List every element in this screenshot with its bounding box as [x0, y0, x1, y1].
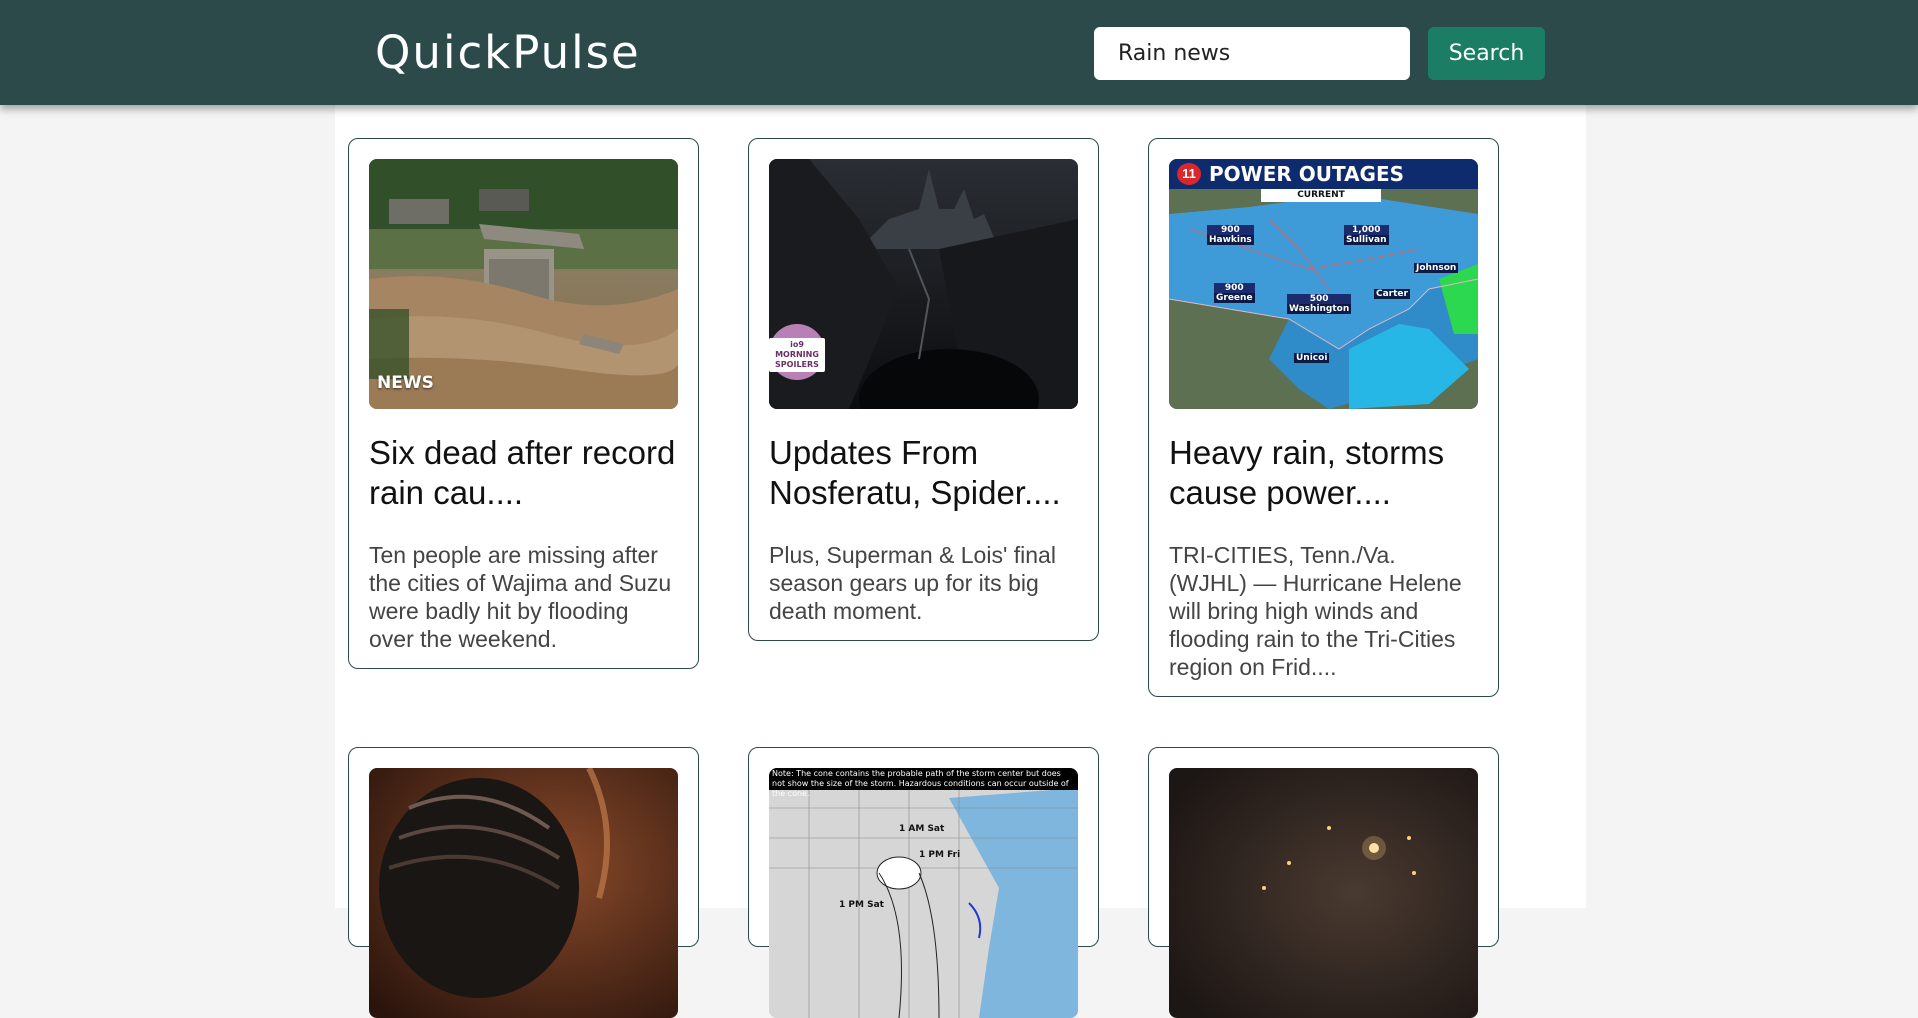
- search-button[interactable]: Search: [1428, 27, 1545, 80]
- map-label: 500 Washington: [1287, 294, 1352, 314]
- card-title[interactable]: Heavy rain, storms cause power....: [1169, 433, 1478, 513]
- map-label: 900 Hawkins: [1207, 225, 1254, 245]
- map-label: 1,000 Sullivan: [1344, 225, 1389, 245]
- storm-cone-note: Note: The cone contains the probable pat…: [769, 768, 1078, 798]
- card-description: Ten people are missing after the cities …: [369, 542, 672, 652]
- news-card-image-creature: [369, 768, 678, 1018]
- news-grid: NEWS Six dead after record rain cau.... …: [335, 105, 1586, 1018]
- news-badge: NEWS: [377, 373, 434, 393]
- news-card[interactable]: [1148, 747, 1499, 1018]
- map-label: Johnson: [1414, 263, 1459, 273]
- navbar: QuickPulse Search: [0, 0, 1918, 105]
- card-title[interactable]: Updates From Nosferatu, Spider....: [769, 433, 1078, 513]
- map-label: 900 Greene: [1214, 283, 1255, 303]
- card-title[interactable]: Six dead after record rain cau....: [369, 433, 678, 513]
- channel-11-icon: 11: [1177, 163, 1201, 185]
- news-card-image-storm-cone-map: Note: The cone contains the probable pat…: [769, 768, 1078, 1018]
- site-logo[interactable]: QuickPulse: [375, 26, 641, 79]
- news-card[interactable]: [348, 747, 699, 1018]
- card-description: Plus, Superman & Lois' final season gear…: [769, 542, 1056, 624]
- map-label: 1 PM Sat: [839, 900, 884, 910]
- map-label: 1 AM Sat: [899, 824, 945, 834]
- news-card-image-night-sky: [1169, 768, 1478, 1018]
- power-outages-subheader: CURRENT: [1261, 189, 1381, 202]
- news-card[interactable]: io9 MORNING SPOILERS Updates From Nosfer…: [748, 138, 1099, 641]
- news-card-image-power-outages-map: POWER OUTAGES 11 CURRENT 900 Hawkins 1,0…: [1169, 159, 1478, 409]
- news-card-image-flood: NEWS: [369, 159, 678, 409]
- map-label: 1 PM Fri: [919, 850, 961, 860]
- map-label: Carter: [1374, 289, 1410, 299]
- card-description: TRI-CITIES, Tenn./Va. (WJHL) — Hurricane…: [1169, 542, 1462, 680]
- news-card[interactable]: NEWS Six dead after record rain cau.... …: [348, 138, 699, 669]
- morning-spoilers-logo: io9 MORNING SPOILERS: [769, 324, 825, 380]
- news-card[interactable]: POWER OUTAGES 11 CURRENT 900 Hawkins 1,0…: [1148, 138, 1499, 697]
- news-card-image-castle: io9 MORNING SPOILERS: [769, 159, 1078, 409]
- map-label: Unicoi: [1294, 353, 1330, 363]
- search-input[interactable]: [1094, 27, 1410, 80]
- power-outages-header: POWER OUTAGES: [1169, 159, 1478, 189]
- news-card[interactable]: Note: The cone contains the probable pat…: [748, 747, 1099, 1018]
